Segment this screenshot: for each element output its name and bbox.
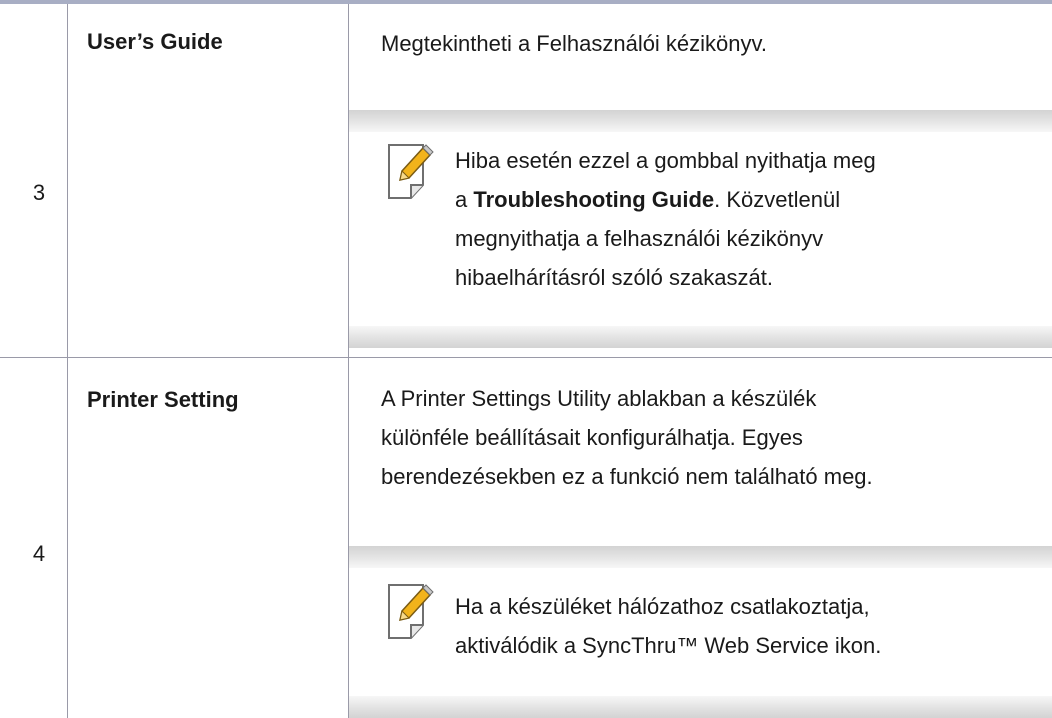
row-number: 3 xyxy=(32,180,46,205)
note-line: Ha a készüléket hálózathoz csatlakoztatj… xyxy=(455,594,870,619)
row-description: Megtekintheti a Felhasználói kézikönyv. xyxy=(381,31,768,56)
note-bottom-bar xyxy=(349,696,1052,718)
note-line-prefix: a xyxy=(455,187,474,212)
note-pencil-icon xyxy=(388,144,434,199)
description-line: berendezésekben ez a funkció nem találha… xyxy=(381,464,873,489)
row-number: 4 xyxy=(32,541,46,566)
note-line: Hiba esetén ezzel a gombbal nyithatja me… xyxy=(455,148,876,173)
note-line: a Troubleshooting Guide. Közvetlenül xyxy=(455,180,1052,219)
note-pencil-icon xyxy=(388,584,434,639)
note-box: Hiba esetén ezzel a gombbal nyithatja me… xyxy=(349,110,1052,348)
note-line: megnyithatja a felhasználói kézikönyv xyxy=(455,226,824,251)
description-line: különféle beállításait konfigurálhatja. … xyxy=(381,425,803,450)
note-line-suffix: . Közvetlenül xyxy=(714,187,841,212)
note-bottom-bar xyxy=(349,326,1052,348)
description-line: A Printer Settings Utility ablakban a ké… xyxy=(381,386,817,411)
note-line-bold: Troubleshooting Guide xyxy=(473,187,715,212)
note-top-bar xyxy=(349,110,1052,132)
row-title: User’s Guide xyxy=(87,29,223,54)
row-description: A Printer Settings Utility ablakban a ké… xyxy=(381,379,1051,496)
note-text: Hiba esetén ezzel a gombbal nyithatja me… xyxy=(455,141,1052,297)
note-text: Ha a készüléket hálózathoz csatlakoztatj… xyxy=(455,587,1052,665)
table-top-rule xyxy=(0,0,1052,4)
column-divider-1 xyxy=(67,4,68,718)
row-divider xyxy=(0,357,1052,358)
row-title: Printer Setting xyxy=(87,387,239,412)
note-line: aktiválódik a SyncThru™ Web Service ikon… xyxy=(455,633,882,658)
note-top-bar xyxy=(349,546,1052,568)
note-box: Ha a készüléket hálózathoz csatlakoztatj… xyxy=(349,546,1052,718)
note-line: hibaelhárításról szóló szakaszát. xyxy=(455,265,773,290)
